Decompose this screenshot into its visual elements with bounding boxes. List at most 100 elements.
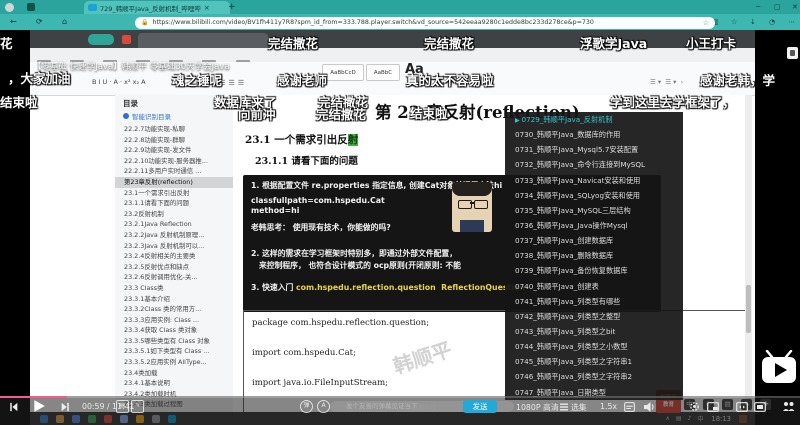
toc-item[interactable]: 23.3.1基本介绍 — [115, 294, 233, 305]
quality-button[interactable]: 1080P 高清 — [516, 402, 559, 413]
toc-item[interactable]: 23.3.5.1如下类型有 Class ... — [115, 346, 233, 357]
address-bar[interactable]: 🔒 https://www.bilibili.com/video/BV1fh41… — [135, 17, 715, 29]
toc-item[interactable]: 22.2.7功能实现-私聊 — [115, 124, 233, 135]
wide-screen-icon[interactable] — [736, 402, 748, 412]
home-icon[interactable]: ⌂ — [62, 14, 67, 30]
downloads-icon[interactable]: ↓ — [750, 14, 756, 30]
playlist-item[interactable]: 0740_韩顺平Java_创建表 — [505, 279, 683, 294]
playlist-item[interactable]: 0745_韩顺平Java_列类型之字符串1 — [505, 354, 683, 369]
workspace-icon[interactable] — [27, 3, 35, 11]
danmaku-list-icon[interactable]: ▤ — [116, 400, 129, 413]
playlist-item[interactable]: 0737_韩顺平Java_创建数据库 — [505, 233, 683, 248]
prev-episode-icon[interactable] — [9, 402, 19, 412]
toc-item[interactable]: 23.3.5.2应用实例 AllType... — [115, 357, 233, 368]
danmaku-toggle-icon[interactable]: 弹 — [300, 400, 313, 413]
maximize-button[interactable]: ▢ — [774, 0, 781, 14]
progress-bar[interactable] — [0, 396, 800, 398]
new-tab-button[interactable]: + — [228, 0, 236, 14]
toc-item[interactable]: 23.3.4获取 Class 类对象 — [115, 325, 233, 336]
pip-icon[interactable] — [707, 402, 719, 412]
profile-icon[interactable]: ◔ — [769, 14, 775, 30]
toc-item[interactable]: 23.2.1Java Reflection — [115, 219, 233, 230]
subtitle-icon[interactable] — [624, 402, 635, 412]
close-button[interactable]: ✕ — [792, 0, 798, 14]
wps-doc-tab[interactable] — [138, 33, 268, 48]
next-episode-icon[interactable] — [60, 402, 70, 412]
playlist-item[interactable]: 0734_韩顺平Java_SQLyog安装和使用 — [505, 188, 683, 203]
toc-item[interactable]: 23.2反射机制 — [115, 209, 233, 220]
bilibili-tv-logo-icon — [760, 350, 798, 386]
volume-icon[interactable] — [643, 401, 655, 413]
play-button[interactable] — [32, 399, 46, 413]
playlist-item[interactable]: ▶ 0729_韩顺平Java_反射机制 — [505, 112, 683, 127]
wps-recent-icon[interactable] — [122, 35, 131, 44]
toc-item[interactable]: 23.1.1请看下面的问题 — [115, 198, 233, 209]
note-icon[interactable]: ✎ — [131, 400, 144, 413]
playlist-item[interactable]: 0742_韩顺平Java_列类型之整型 — [505, 309, 683, 324]
toc-item[interactable]: 23.3.2Class 类的常用方... — [115, 304, 233, 315]
more-icon[interactable]: ⋯ — [788, 14, 795, 30]
toc-item[interactable]: 23.4类加载 — [115, 368, 233, 379]
reload-icon[interactable]: ⟳ — [36, 14, 43, 30]
back-icon[interactable]: ← — [10, 14, 17, 30]
toc-item[interactable]: 23.2.6反射调用优化-关... — [115, 272, 233, 283]
doc-scrollbar[interactable] — [745, 95, 752, 412]
floating-widget-icon[interactable] — [787, 47, 798, 59]
playlist-item[interactable]: 0739_韩顺平Java_备份恢复数据库 — [505, 263, 683, 278]
web-fullscreen-icon[interactable] — [754, 402, 766, 412]
playlist-item[interactable]: 0741_韩顺平Java_列类型有哪些 — [505, 294, 683, 309]
playlist-item[interactable]: 0738_韩顺平Java_删除数据库 — [505, 248, 683, 263]
lock-icon: 🔒 — [141, 19, 148, 26]
toc-item[interactable]: 23.3 Class类 — [115, 283, 233, 294]
playlist-item[interactable]: 0735_韩顺平Java_MySQL三层结构 — [505, 203, 683, 218]
playlist-item[interactable]: 0743_韩顺平Java_列类型之bit — [505, 324, 683, 339]
toc-item[interactable]: 23.2.2Java 反射机制原理... — [115, 230, 233, 241]
watch-together-icon[interactable] — [782, 401, 795, 412]
browser-tab[interactable]: 729_韩顺平Java_反射机制_哔哩哔 × — [84, 1, 230, 14]
toc-item[interactable]: 第23章反射(reflection) — [115, 177, 233, 188]
etiquette-link[interactable]: 弹幕礼仪 › — [412, 403, 441, 412]
favorite-star-icon[interactable]: ☆ — [703, 19, 709, 27]
danmaku-text: 小王打卡 — [686, 33, 736, 52]
toc-item[interactable]: 23.1一个需求引出反射 — [115, 188, 233, 199]
toc-item[interactable]: 22.2.10功能实现-服务器推... — [115, 156, 233, 167]
playlist-item[interactable]: 0731_韩顺平Java_Mysql5.7安装配置 — [505, 142, 683, 157]
smart-toc-link[interactable]: 智能识别目录 — [132, 111, 171, 121]
tab-close-icon[interactable]: × — [204, 1, 210, 15]
playlist-item[interactable]: 0746_韩顺平Java_列类型之字符串2 — [505, 369, 683, 384]
style-gallery-item[interactable]: AaBbC — [366, 64, 400, 81]
danmaku-text: 完结撒花 — [424, 33, 474, 52]
send-button[interactable]: 发送 — [463, 400, 497, 413]
problem-box-line: 2. 这样的需求在学习框架时特别多，即通过外部文件配置， — [251, 248, 457, 259]
toc-item[interactable]: 23.2.3Java 反射机制可以... — [115, 241, 233, 252]
toc-pane: 目录 × 智能识别目录 22.2.7功能实现-私聊22.2.8功能实现-群聊22… — [115, 95, 234, 412]
browser-logo-icon[interactable] — [5, 3, 14, 12]
playlist-item[interactable]: 0733_韩顺平Java_Navicat安装和使用 — [505, 173, 683, 188]
favorites-icon[interactable]: ☆ — [731, 14, 737, 30]
playlist-item[interactable]: 0744_韩顺平Java_列类型之小数型 — [505, 339, 683, 354]
episodes-button[interactable]: 选集 — [571, 402, 587, 413]
settings-icon[interactable] — [689, 401, 700, 412]
wps-home-tab[interactable] — [88, 34, 114, 45]
danmaku-style-icon[interactable]: A — [317, 400, 330, 413]
font-controls[interactable]: B I U · A · x² x₂ A — [92, 78, 146, 86]
style-gallery-item[interactable]: AaBbCcD — [322, 64, 364, 81]
toc-item[interactable]: 23.2.4反射相关的主要类 — [115, 251, 233, 262]
toc-item[interactable]: 23.3.5哪些类型有 Class 对象 — [115, 336, 233, 347]
problem-box-line: 来控制程序， 也符合设计模式的 ocp原则(开闭原则: 不能 — [259, 260, 461, 271]
toc-item[interactable]: 22.2.11多用户实时通信 ... — [115, 166, 233, 177]
search-highlight: 射 — [348, 134, 359, 146]
toc-item[interactable]: 23.3.3应用实例: Class ... — [115, 315, 233, 326]
danmaku-text: 完结撒花 — [268, 33, 318, 52]
quick-start-line: 3. 快速入门 com.hspedu.reflection.question R… — [251, 282, 525, 293]
minimize-button[interactable]: ─ — [756, 0, 760, 14]
toc-item[interactable]: 22.2.9功能实现-发文件 — [115, 145, 233, 156]
playlist-item[interactable]: 0730_韩顺平Java_数据库的作用 — [505, 127, 683, 142]
toc-item[interactable]: 23.2.5反射优点和缺点 — [115, 262, 233, 273]
toc-item[interactable]: 22.2.8功能实现-群聊 — [115, 135, 233, 146]
playlist-item[interactable]: 0736_韩顺平Java_Java操作Mysql — [505, 218, 683, 233]
speed-button[interactable]: 1.5x — [600, 402, 617, 411]
toc-item[interactable]: 23.4.1基本说明 — [115, 378, 233, 389]
ribbon-tools[interactable]: ☰ ▾ ☰ ▾ › — [650, 78, 683, 86]
playlist-item[interactable]: 0732_韩顺平Java_命令行连接到MySQL — [505, 157, 683, 172]
